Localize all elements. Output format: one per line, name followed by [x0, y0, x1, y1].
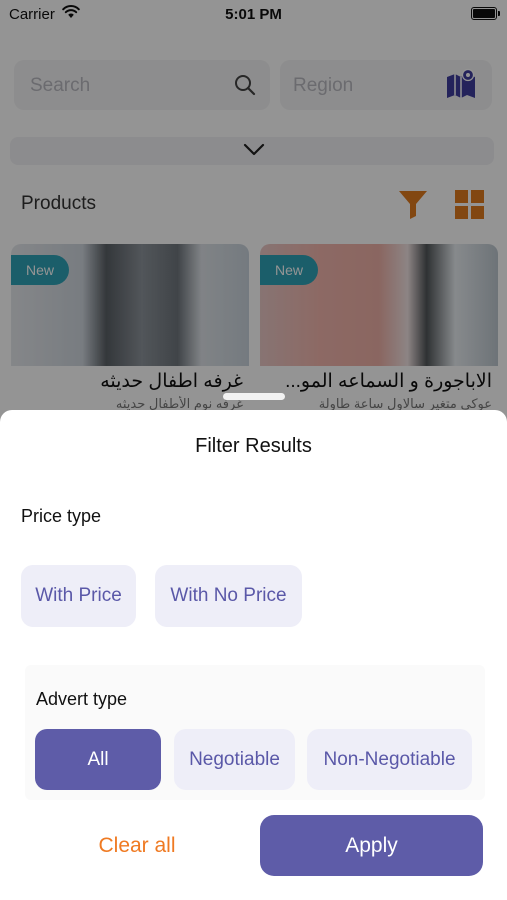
- sheet-title: Filter Results: [195, 435, 312, 457]
- with-no-price-chip[interactable]: With No Price: [155, 565, 302, 627]
- price-type-label: Price type: [21, 506, 102, 526]
- apply-button[interactable]: Apply: [260, 815, 483, 876]
- advert-type-label: Advert type: [36, 689, 128, 709]
- filter-sheet: Filter Results Price type With Price Wit…: [0, 410, 507, 900]
- sheet-grabber[interactable]: [223, 393, 285, 400]
- all-chip[interactable]: All: [35, 729, 161, 790]
- clear-all-button[interactable]: Clear all: [76, 830, 198, 862]
- non-negotiable-chip[interactable]: Non-Negotiable: [307, 729, 472, 790]
- with-price-chip[interactable]: With Price: [21, 565, 136, 627]
- negotiable-chip[interactable]: Negotiable: [174, 729, 295, 790]
